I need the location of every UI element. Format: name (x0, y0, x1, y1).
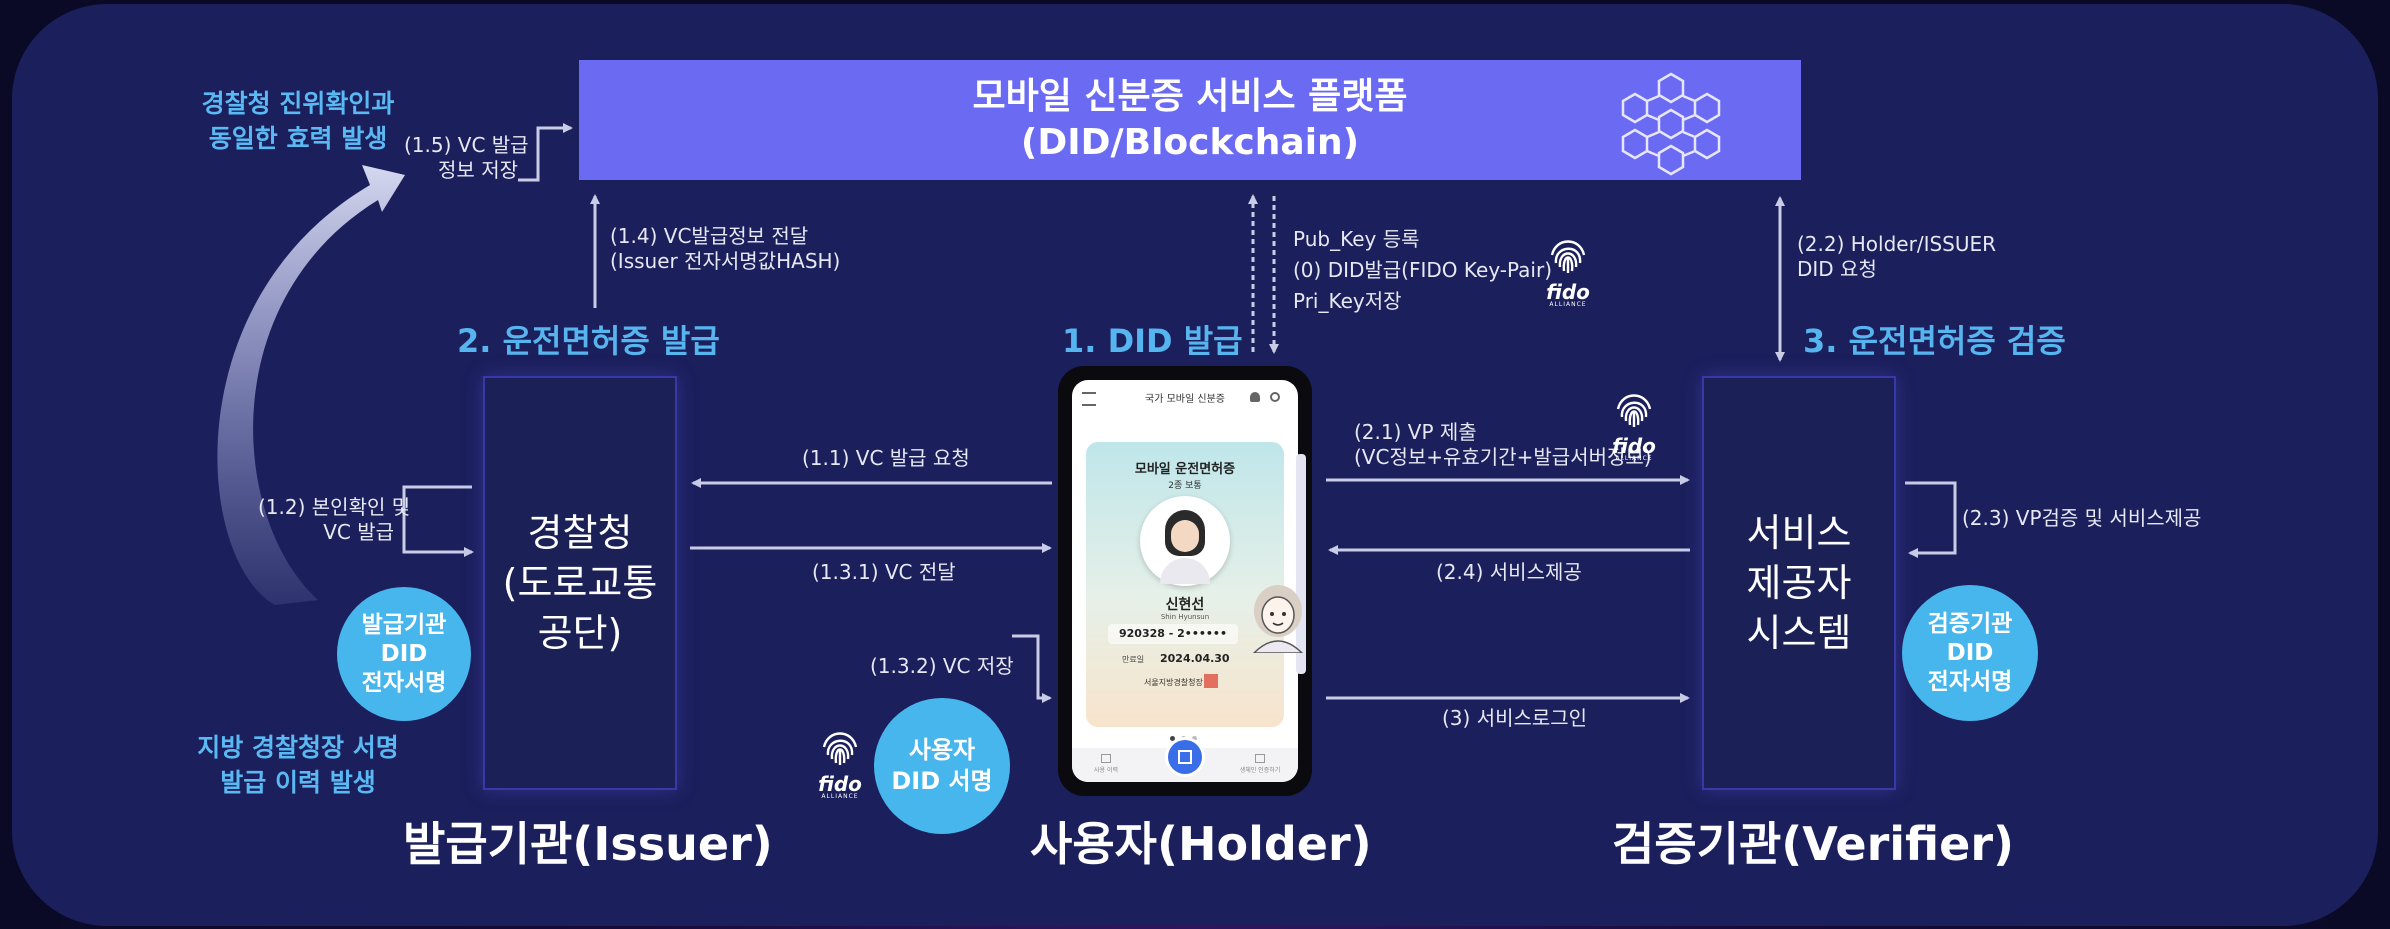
issuer-box-line2: (도로교통 (502, 561, 658, 605)
note-bottom-left: 지방 경찰청장 서명 발급 이력 발생 (178, 730, 418, 800)
bell-icon[interactable] (1250, 392, 1260, 402)
nav-left-label: 사용 이력 (1094, 767, 1118, 774)
verifier-box-line2: 제공자 (1746, 561, 1852, 605)
phase-3-heading: 3. 운전면허증 검증 (1803, 322, 2066, 360)
issuer-box: 경찰청 (도로교통 공단) (483, 376, 677, 790)
history-icon (1101, 754, 1111, 763)
nav-left[interactable]: 사용 이력 (1086, 754, 1126, 774)
fido-logo-mid: fido ALLIANCE (1604, 387, 1664, 462)
verifier-box-text: 서비스 제공자 시스템 (1747, 508, 1852, 658)
nav-right[interactable]: 생체인 인증하기 (1232, 754, 1288, 774)
step-0-line3: Pri_Key저장 (1293, 289, 1402, 313)
step-1-4: (1.4) VC발급정보 전달 (Issuer 전자서명값HASH) (610, 224, 840, 274)
issuer-badge-line1: 발급기관 (361, 611, 447, 638)
avatar (1140, 496, 1230, 586)
fingerprint-icon (822, 732, 858, 765)
holder-did-badge: 사용자 DID 서명 (874, 698, 1010, 834)
issuer-did-badge: 발급기관 DID 전자서명 (337, 587, 471, 721)
app-title: 국가 모바일 신분증 (1145, 394, 1225, 405)
note-top-left-line1: 경찰청 진위확인과 (201, 89, 395, 118)
step-0-line1: Pub_Key 등록 (1293, 227, 1420, 251)
issuer-badge-line3: 전자서명 (361, 669, 447, 696)
step-1-3-2: (1.3.2) VC 저장 (870, 654, 1014, 678)
card-class: 2종 보통 (1168, 481, 1202, 491)
note-bottom-left-line2: 발급 이력 발생 (220, 768, 376, 797)
holder-badge-line1: 사용자 (908, 736, 976, 764)
avatar-face (1171, 520, 1199, 552)
pager-dot (1170, 736, 1175, 741)
verifier-box-line3: 시스템 (1746, 611, 1852, 655)
platform-title: 모바일 신분증 서비스 플랫폼 (972, 76, 1408, 117)
phase-2-heading: 2. 운전면허증 발급 (457, 322, 720, 360)
step-1-5: (1.5) VC 발급 정보 저장 (404, 133, 529, 183)
fido-text-mid: fido (1612, 434, 1656, 458)
card-issuer: 서울지방경찰청장 (1144, 678, 1203, 687)
fido-text-bottom: fido (818, 772, 862, 796)
user-avatar-illustration (1252, 585, 1304, 653)
step-1-2: (1.2) 본인확인 및 VC 발급 (258, 495, 411, 545)
seal-stamp-icon (1204, 674, 1218, 688)
issuer-box-line3: 공단) (537, 611, 623, 655)
step-2-4: (2.4) 서비스제공 (1436, 560, 1582, 584)
verifier-box: 서비스 제공자 시스템 (1702, 376, 1896, 790)
step-1-1: (1.1) VC 발급 요청 (802, 446, 970, 470)
issuer-box-text: 경찰청 (도로교통 공단) (503, 508, 658, 658)
step-1-4-line2: (Issuer 전자서명값HASH) (610, 249, 841, 273)
note-bottom-left-line1: 지방 경찰청장 서명 (197, 733, 399, 762)
verifier-label: 검증기관(Verifier) (1612, 817, 2015, 871)
avatar-body (1160, 558, 1210, 584)
fido-logo-top: fido ALLIANCE (1538, 233, 1598, 308)
issuer-label: 발급기관(Issuer) (403, 817, 773, 871)
step-0-line2: (0) DID발급(FIDO Key-Pair) (1293, 258, 1553, 282)
blockchain-cubes-icon (1621, 72, 1721, 176)
arrow-1-3-2 (1012, 634, 1052, 703)
step-0: Pub_Key 등록 (0) DID발급(FIDO Key-Pair) Pri_… (1293, 224, 1552, 317)
note-top-left-line2: 동일한 효력 발생 (208, 124, 388, 153)
pager-dot (1192, 736, 1197, 741)
fingerprint-icon (1550, 240, 1586, 273)
card-id-number: 920328 - 2•••••• (1108, 624, 1238, 644)
platform-banner: 모바일 신분증 서비스 플랫폼 (DID/Blockchain) (579, 60, 1801, 180)
note-top-left: 경찰청 진위확인과 동일한 효력 발생 (178, 86, 418, 156)
holder-badge-line2: DID 서명 (891, 767, 993, 795)
step-1-2-line2: VC 발급 (323, 520, 394, 544)
arrow-1-2 (402, 485, 474, 557)
qr-scan-button[interactable] (1168, 740, 1202, 774)
verifier-box-line1: 서비스 (1746, 511, 1852, 555)
nav-right-label: 생체인 인증하기 (1239, 767, 1281, 774)
card-expiry-date: 2024.04.30 (1160, 652, 1230, 665)
biometric-icon (1255, 754, 1265, 763)
step-2-2-line2: DID 요청 (1797, 257, 1877, 281)
step-1-4-line1: (1.4) VC발급정보 전달 (610, 224, 809, 248)
step-1-5-line2: 정보 저장 (438, 158, 518, 182)
fido-logo-bottom: fido ALLIANCE (810, 725, 870, 800)
platform-subtitle: (DID/Blockchain) (1020, 122, 1360, 163)
issuer-badge-line2: DID (380, 640, 428, 667)
qr-icon (1178, 750, 1192, 764)
verifier-badge-line2: DID (1946, 639, 1994, 666)
step-2-3: (2.3) VP검증 및 서비스제공 (1962, 506, 2202, 530)
holder-label: 사용자(Holder) (1030, 817, 1372, 871)
step-1-2-line1: (1.2) 본인확인 및 (258, 495, 411, 519)
fingerprint-icon (1616, 394, 1652, 427)
step-1-3-1: (1.3.1) VC 전달 (812, 560, 956, 584)
step-2-2-line1: (2.2) Holder/ISSUER (1797, 232, 1997, 256)
card-expiry-label: 만료일 (1122, 655, 1145, 664)
settings-icon[interactable] (1270, 392, 1280, 402)
step-1-5-line1: (1.5) VC 발급 (404, 133, 529, 157)
arrow-2-3 (1905, 481, 1957, 558)
verifier-badge-line1: 검증기관 (1927, 610, 2013, 637)
verifier-badge-line3: 전자서명 (1927, 668, 2013, 695)
issuer-box-line1: 경찰청 (527, 511, 633, 555)
step-2-2: (2.2) Holder/ISSUER DID 요청 (1797, 232, 1996, 282)
fido-text-top: fido (1546, 280, 1590, 304)
card-title: 모바일 운전면허증 (1134, 462, 1236, 477)
phase-1-heading: 1. DID 발급 (1062, 322, 1243, 360)
verifier-did-badge: 검증기관 DID 전자서명 (1902, 585, 2038, 721)
step-3: (3) 서비스로그인 (1442, 706, 1588, 730)
